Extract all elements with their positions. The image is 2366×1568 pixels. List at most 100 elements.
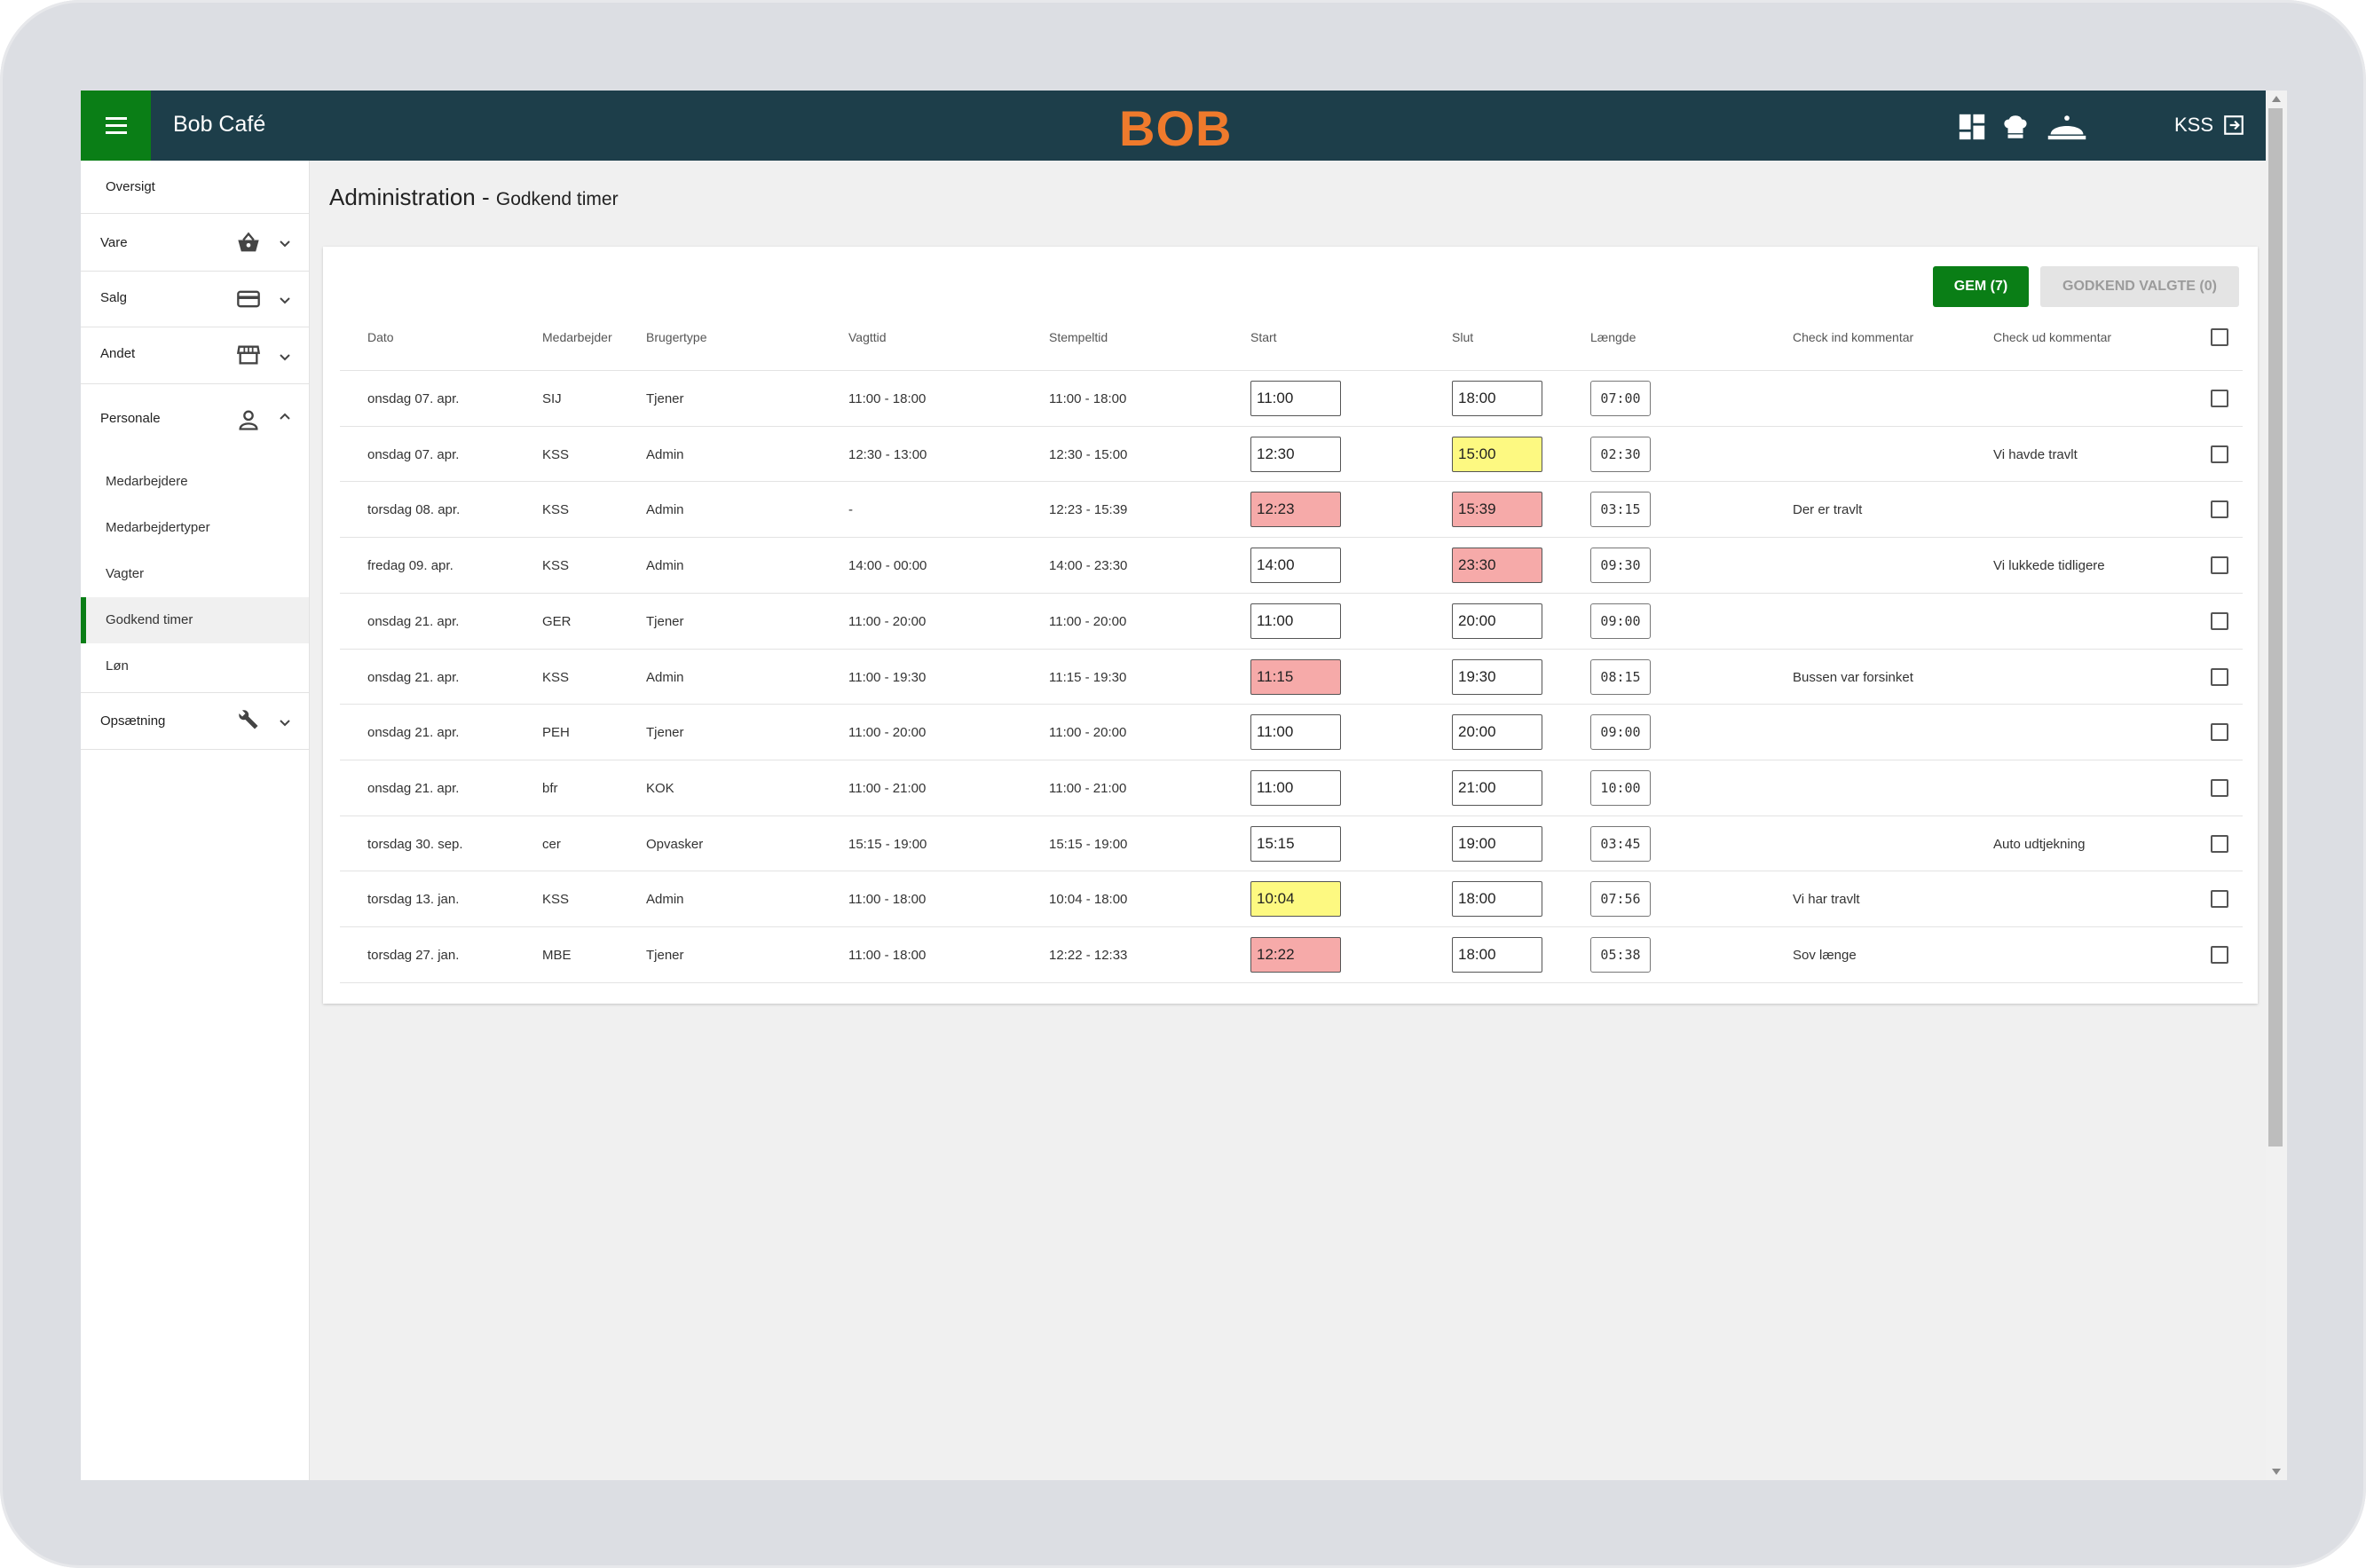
end-time-input[interactable]: 15:39 <box>1452 492 1542 528</box>
chef-hat-icon[interactable] <box>2000 112 2031 142</box>
sidebar-item-personale[interactable]: Personale <box>81 384 309 459</box>
row-checkbox[interactable] <box>2211 946 2228 964</box>
header-checkin-comment[interactable]: Check ind kommentar <box>1793 330 1913 344</box>
end-time-input[interactable]: 20:00 <box>1452 603 1542 639</box>
header-vagttid[interactable]: Vagttid <box>848 330 887 344</box>
dashboard-icon[interactable] <box>1957 112 1987 142</box>
sidebar-item-oversigt[interactable]: Oversigt <box>81 161 309 214</box>
start-time-input[interactable]: 14:00 <box>1250 548 1341 584</box>
header-laengde[interactable]: Længde <box>1590 330 1636 344</box>
header-dato[interactable]: Dato <box>367 330 394 344</box>
end-time-input[interactable]: 18:00 <box>1452 937 1542 973</box>
end-time-input[interactable]: 18:00 <box>1452 381 1542 416</box>
cell-medarbejder: KSS <box>542 446 570 462</box>
approve-selected-button[interactable]: GODKEND VALGTE (0) <box>2040 266 2239 307</box>
scroll-down-arrow-icon[interactable] <box>2272 1469 2281 1475</box>
duration-field[interactable]: 09:30 <box>1590 548 1651 584</box>
cell-medarbejder: KSS <box>542 502 570 518</box>
duration-field[interactable]: 07:56 <box>1590 881 1651 918</box>
start-time-input[interactable]: 11:15 <box>1250 658 1341 695</box>
logout-icon[interactable] <box>2222 114 2245 137</box>
sidebar-item-vare[interactable]: Vare <box>81 214 309 272</box>
row-divider <box>340 537 2243 539</box>
header-slut[interactable]: Slut <box>1452 330 1473 344</box>
user-menu[interactable]: KSS <box>2174 114 2245 137</box>
duration-field[interactable]: 08:15 <box>1590 658 1651 695</box>
row-checkbox[interactable] <box>2211 778 2228 797</box>
hamburger-menu-button[interactable] <box>81 91 151 161</box>
cell-vagttid: 11:00 - 21:00 <box>848 780 927 796</box>
end-time-input[interactable]: 21:00 <box>1452 769 1542 806</box>
chevron-down-icon[interactable] <box>278 237 292 251</box>
sidebar-subitem-lon[interactable]: Løn <box>81 643 309 693</box>
cell-brugertype: Admin <box>646 446 684 462</box>
cell-brugertype: Opvasker <box>646 836 704 852</box>
page-subtitle: Godkend timer <box>495 189 619 209</box>
duration-field[interactable]: 03:15 <box>1590 492 1651 528</box>
chevron-down-icon[interactable] <box>278 294 292 308</box>
save-button[interactable]: GEM (7) <box>1933 266 2029 307</box>
duration-field[interactable]: 02:30 <box>1590 436 1651 472</box>
scroll-thumb[interactable] <box>2268 108 2283 1146</box>
scrollbar[interactable] <box>2266 91 2287 1480</box>
row-checkbox[interactable] <box>2211 723 2228 742</box>
header-medarbejder[interactable]: Medarbejder <box>542 330 612 344</box>
chevron-up-icon[interactable] <box>278 409 292 423</box>
end-time-input[interactable]: 19:30 <box>1452 658 1542 695</box>
start-time-input[interactable]: 10:04 <box>1250 881 1341 918</box>
sidebar-subitem-medarbejdertyper[interactable]: Medarbejdertyper <box>81 505 309 551</box>
row-checkbox[interactable] <box>2211 556 2228 575</box>
row-divider <box>340 704 2243 705</box>
header-stempeltid[interactable]: Stempeltid <box>1049 330 1108 344</box>
header-start[interactable]: Start <box>1250 330 1277 344</box>
start-time-input[interactable]: 12:30 <box>1250 436 1341 472</box>
cell-stempeltid: 10:04 - 18:00 <box>1049 892 1128 908</box>
cell-medarbejder: bfr <box>542 780 558 796</box>
header-brugertype[interactable]: Brugertype <box>646 330 706 344</box>
start-time-input[interactable]: 15:15 <box>1250 825 1341 862</box>
start-time-input[interactable]: 11:00 <box>1250 769 1341 806</box>
sidebar-subitem-godkend-timer[interactable]: Godkend timer <box>81 597 309 643</box>
cell-brugertype: Tjener <box>646 391 684 406</box>
start-time-input[interactable]: 12:23 <box>1250 492 1341 528</box>
duration-field[interactable]: 09:00 <box>1590 714 1651 751</box>
row-checkbox[interactable] <box>2211 667 2228 686</box>
select-all-checkbox[interactable] <box>2211 328 2228 346</box>
cell-brugertype: Admin <box>646 669 684 685</box>
end-time-input[interactable]: 18:00 <box>1452 881 1542 918</box>
sidebar-item-andet[interactable]: Andet <box>81 327 309 384</box>
row-checkbox[interactable] <box>2211 890 2228 909</box>
end-time-input[interactable]: 23:30 <box>1452 548 1542 584</box>
start-time-input[interactable]: 11:00 <box>1250 381 1341 416</box>
cell-medarbejder: PEH <box>542 725 570 741</box>
end-time-input[interactable]: 15:00 <box>1452 436 1542 472</box>
chevron-down-icon[interactable] <box>278 716 292 730</box>
cell-dato: onsdag 21. apr. <box>367 725 460 741</box>
duration-field[interactable]: 03:45 <box>1590 825 1651 862</box>
start-time-input[interactable]: 11:00 <box>1250 714 1341 751</box>
chevron-down-icon[interactable] <box>278 351 292 365</box>
row-checkbox[interactable] <box>2211 611 2228 630</box>
end-time-input[interactable]: 19:00 <box>1452 825 1542 862</box>
sidebar-item-opsaetning[interactable]: Opsætning <box>81 693 309 750</box>
sidebar-subitem-vagter[interactable]: Vagter <box>81 551 309 597</box>
cloche-icon[interactable] <box>2047 112 2087 142</box>
sidebar-item-salg[interactable]: Salg <box>81 272 309 327</box>
header-checkout-comment[interactable]: Check ud kommentar <box>1993 330 2111 344</box>
scroll-up-arrow-icon[interactable] <box>2272 96 2281 102</box>
row-checkbox[interactable] <box>2211 445 2228 463</box>
sidebar-subitem-medarbejdere[interactable]: Medarbejdere <box>81 459 309 505</box>
start-time-input[interactable]: 11:00 <box>1250 603 1341 639</box>
duration-field[interactable]: 10:00 <box>1590 769 1651 806</box>
cell-vagttid: 11:00 - 18:00 <box>848 948 927 963</box>
start-time-input[interactable]: 12:22 <box>1250 937 1341 973</box>
row-checkbox[interactable] <box>2211 390 2228 407</box>
row-checkbox[interactable] <box>2211 834 2228 853</box>
row-divider <box>340 425 2243 427</box>
credit-card-icon <box>237 290 260 308</box>
duration-field[interactable]: 07:00 <box>1590 381 1651 416</box>
end-time-input[interactable]: 20:00 <box>1452 714 1542 751</box>
duration-field[interactable]: 05:38 <box>1590 937 1651 973</box>
row-checkbox[interactable] <box>2211 500 2228 519</box>
duration-field[interactable]: 09:00 <box>1590 603 1651 639</box>
